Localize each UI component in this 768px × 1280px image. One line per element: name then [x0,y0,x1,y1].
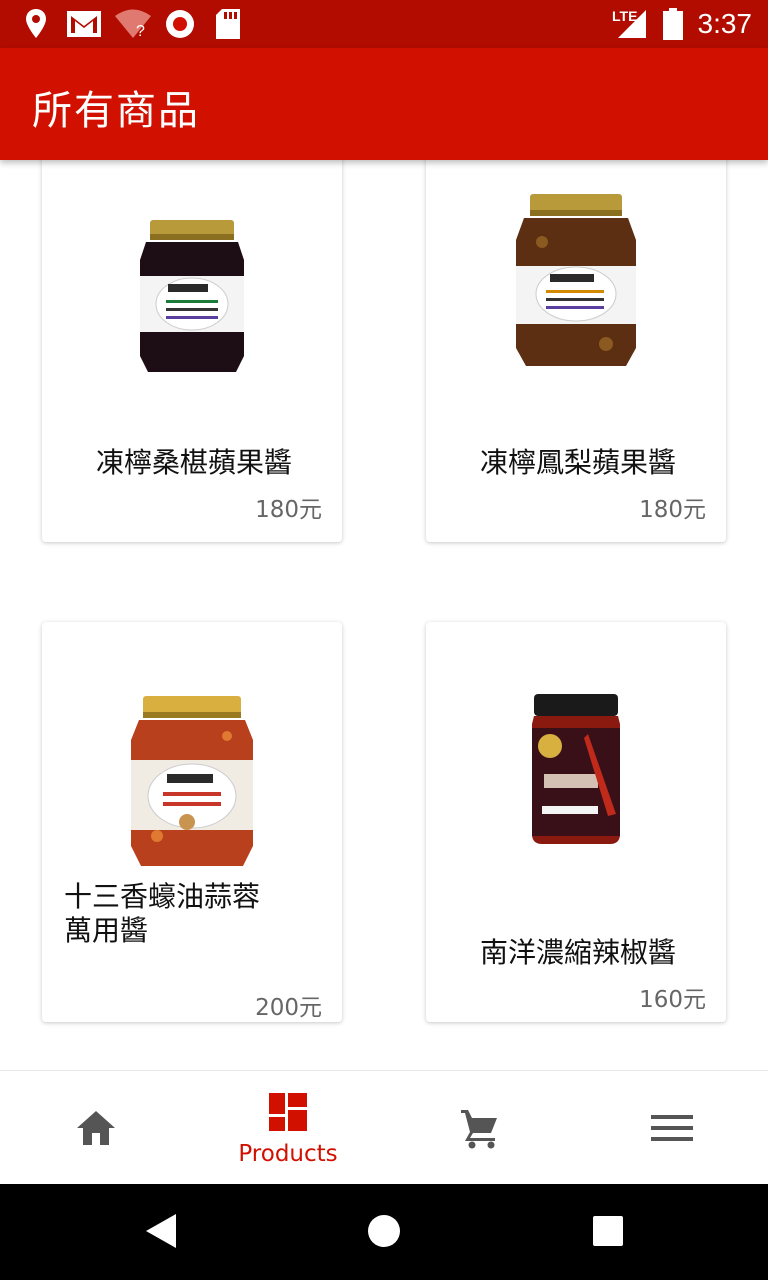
product-image [131,696,253,866]
product-image [516,194,636,366]
signal-icon [618,10,646,38]
app-bar: 所有商品 [0,48,768,160]
page-title: 所有商品 [32,88,200,134]
svg-text:?: ? [136,23,145,40]
home-icon [77,1111,115,1145]
product-price: 160元 [639,987,706,1013]
product-name: 凍檸鳳梨蘋果醬 [479,446,676,479]
home-circle-icon[interactable] [367,1212,401,1250]
location-icon [26,9,46,38]
product-price: 200元 [255,995,322,1021]
product-card[interactable]: 南洋濃縮辣椒醬 160元 [426,622,726,1022]
product-price: 180元 [255,497,322,523]
product-card[interactable]: 十三香蠔油蒜蓉萬用醬 200元 [42,622,342,1022]
product-card[interactable]: 凍檸鳳梨蘋果醬 180元 [426,160,726,542]
record-icon [166,10,194,38]
product-price: 180元 [639,497,706,523]
product-name: 南洋濃縮辣椒醬 [479,936,676,969]
status-bar: ? LTE 3:37 [0,0,768,48]
nav-products-label: Products [238,1141,338,1167]
system-navigation-bar [0,1184,768,1280]
product-name: 十三香蠔油蒜蓉萬用醬 [64,880,261,947]
clock: 3:37 [697,8,753,39]
product-image [532,694,620,844]
recents-icon[interactable] [592,1212,624,1250]
menu-icon [651,1115,693,1141]
product-grid: 凍檸桑椹蘋果醬 180元 凍檸鳳梨蘋果醬 180元 十三香蠔油蒜蓉萬用醬 200… [0,160,768,1070]
sd-card-icon [216,9,240,39]
back-icon[interactable] [144,1212,178,1250]
bottom-navigation: Products [0,1070,768,1185]
nav-products[interactable]: Products [192,1071,384,1185]
nav-menu[interactable] [576,1071,768,1185]
product-image [140,220,244,372]
wifi-unknown-icon: ? [115,9,151,40]
gmail-icon [67,11,101,37]
product-name: 凍檸桑椹蘋果醬 [95,446,292,479]
cart-icon [461,1110,497,1149]
nav-cart[interactable] [384,1071,576,1185]
nav-home[interactable] [0,1071,192,1185]
product-card[interactable]: 凍檸桑椹蘋果醬 180元 [42,160,342,542]
products-icon [269,1093,307,1131]
battery-icon [663,8,683,40]
